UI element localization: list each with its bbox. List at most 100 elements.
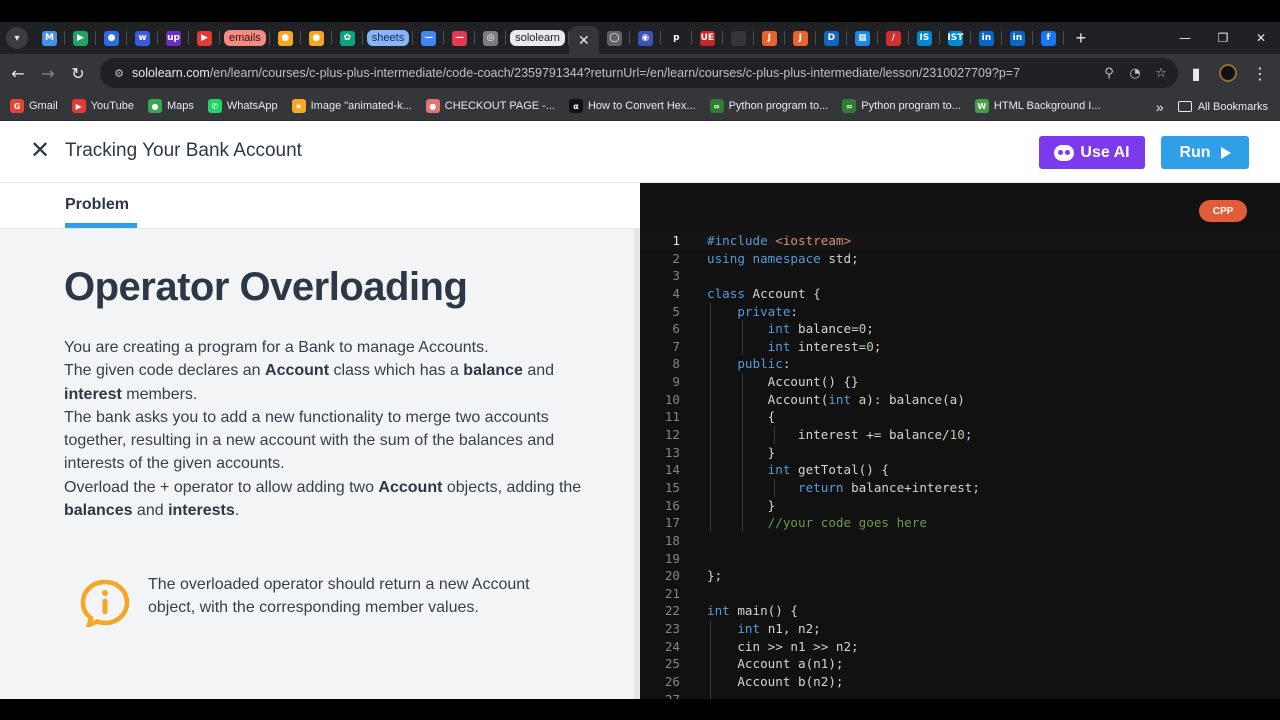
code-editor[interactable]: CPP 1 #include <iostream> 2 using namespace… — [640, 183, 1280, 699]
back-icon[interactable]: ← — [3, 58, 33, 88]
bookmarks-more-icon[interactable]: » — [1156, 96, 1164, 118]
map-pin-tab-2[interactable]: ● — [301, 22, 332, 54]
menu-icon[interactable]: ⋮ — [1246, 58, 1274, 88]
code-line[interactable]: 16 } — [640, 496, 1280, 515]
tab-search-icon[interactable]: ▾ — [6, 27, 28, 49]
window-close-icon[interactable]: ✕ — [1242, 22, 1280, 54]
code-line[interactable]: 20}; — [640, 567, 1280, 585]
close-icon[interactable]: ✕ — [28, 136, 52, 164]
blue-bar-tab[interactable]: — — [413, 22, 445, 54]
code-line[interactable]: 4 class Account { — [640, 285, 1280, 303]
code-line[interactable]: 18 — [640, 532, 1280, 550]
address-bar[interactable]: ⚙ sololearn.com/en/learn/courses/c-plus-… — [100, 58, 1178, 88]
code-line[interactable]: 1 #include <iostream> — [640, 232, 1280, 250]
reload-icon[interactable]: ↻ — [63, 58, 93, 88]
bookmark-hex[interactable]: α How to Convert Hex... — [568, 95, 696, 117]
gmail-tab[interactable]: M — [34, 22, 65, 54]
code-line[interactable]: 24 cin >> n1 >> n2; — [640, 637, 1280, 656]
code-line[interactable]: 17 //your code goes here — [640, 514, 1280, 532]
bookmark-star-icon[interactable]: ☆ — [1152, 66, 1170, 81]
code-line[interactable]: 15 return balance+interest; — [640, 478, 1280, 497]
code-line[interactable]: 5 private: — [640, 302, 1280, 321]
bookmark-maps[interactable]: ● Maps — [147, 95, 194, 117]
code-line[interactable]: 21 — [640, 585, 1280, 603]
code-token: 10 — [949, 427, 965, 443]
tab-close-icon[interactable]: ✕ — [578, 32, 590, 49]
code-token: using namespace — [707, 250, 829, 266]
ring-tab[interactable]: ◯ — [599, 22, 630, 54]
active-tab[interactable]: ✕ — [568, 26, 599, 54]
bookmark-html-bg[interactable]: W HTML Background I... — [974, 95, 1101, 117]
j-tab-2[interactable]: J — [785, 22, 816, 54]
code-line[interactable]: 13 } — [640, 443, 1280, 462]
upwork-tab[interactable]: up — [158, 22, 189, 54]
sheets-group[interactable]: sheets — [363, 22, 414, 54]
bookmark-youtube[interactable]: ▶ YouTube — [71, 95, 134, 117]
code-line[interactable]: 22 int main() { — [640, 602, 1280, 620]
bookmark-checkout[interactable]: ● CHECKOUT PAGE -... — [425, 95, 555, 117]
minimize-icon[interactable]: — — [1166, 22, 1204, 54]
compass-tab[interactable]: ◎ — [475, 22, 507, 54]
language-badge[interactable]: CPP — [1199, 200, 1247, 222]
globe-tab[interactable]: ◉ — [630, 22, 661, 54]
run-button[interactable]: Run — [1161, 136, 1249, 169]
facebook-tab[interactable]: f — [1033, 22, 1064, 54]
sololearn-group[interactable]: sololearn — [506, 22, 569, 54]
side-panel-icon[interactable]: ▮ — [1182, 58, 1210, 88]
chatgpt-tab[interactable]: ✿ — [332, 22, 363, 54]
performance-icon[interactable]: ◔ — [1126, 66, 1144, 81]
ist-tab[interactable]: IST — [940, 22, 971, 54]
all-bookmarks-button[interactable]: All Bookmarks — [1177, 96, 1268, 118]
map-pin-tab[interactable]: ● — [270, 22, 301, 54]
code-line[interactable]: 12 interest += balance/10; — [640, 426, 1280, 444]
code-line[interactable]: 27 — [640, 690, 1280, 699]
url-text[interactable]: sololearn.com/en/learn/courses/c-plus-pl… — [132, 66, 1020, 80]
bookmark-python-2[interactable]: ∞ Python program to... — [842, 95, 961, 117]
zoom-icon[interactable]: ⚲ — [1100, 66, 1118, 81]
code-line[interactable]: 2 using namespace std; — [640, 250, 1280, 268]
linkedin-tab-2[interactable]: in — [1002, 22, 1033, 54]
slash-tab[interactable]: / — [878, 22, 909, 54]
new-tab-icon[interactable]: + — [1068, 25, 1094, 51]
w-tab[interactable]: w — [127, 22, 158, 54]
play-tab[interactable]: ▶ — [65, 22, 96, 54]
indent-guide — [742, 478, 743, 497]
linkedin-tab[interactable]: in — [971, 22, 1002, 54]
code-line[interactable]: 14 int getTotal() { — [640, 461, 1280, 479]
code-line[interactable]: 25 Account a(n1); — [640, 655, 1280, 674]
code-line[interactable]: 23 int n1, n2; — [640, 620, 1280, 638]
use-ai-button[interactable]: Use AI — [1039, 136, 1145, 169]
code-line[interactable]: 10 Account(int a): balance(a) — [640, 390, 1280, 409]
emails-group[interactable]: emails — [220, 22, 270, 54]
ue-tab[interactable]: UE — [692, 22, 723, 54]
code-line[interactable]: 8 public: — [640, 355, 1280, 374]
blank-tab[interactable] — [723, 22, 754, 54]
circle-tab[interactable]: ● — [96, 22, 127, 54]
bookmark-python-1[interactable]: ∞ Python program to... — [709, 95, 828, 117]
code-text: //your code goes here — [707, 514, 927, 532]
code-lines[interactable]: 1 #include <iostream> 2 using namespace std… — [640, 232, 1280, 699]
site-info-icon[interactable]: ⚙ — [106, 67, 132, 80]
code-line[interactable]: 7 int interest=0; — [640, 337, 1280, 356]
d-tab[interactable]: D — [816, 22, 847, 54]
profile-avatar[interactable] — [1214, 58, 1242, 88]
is-tab[interactable]: IS — [909, 22, 940, 54]
forward-icon[interactable]: → — [33, 58, 63, 88]
bookmark-image[interactable]: ★ Image "animated-k... — [291, 95, 412, 117]
p-tab[interactable]: p — [661, 22, 692, 54]
tab-problem[interactable]: Problem — [65, 196, 129, 214]
code-line[interactable]: 6 int balance=0; — [640, 320, 1280, 338]
code-line[interactable]: 3 — [640, 267, 1280, 285]
code-line[interactable]: 19 — [640, 550, 1280, 568]
line-number: 1 — [672, 233, 680, 248]
code-line[interactable]: 11 { — [640, 408, 1280, 427]
grid-tab[interactable]: ▦ — [847, 22, 878, 54]
red-bar-tab[interactable]: — — [444, 22, 476, 54]
j-tab[interactable]: J — [754, 22, 785, 54]
code-line[interactable]: 9 Account() {} — [640, 373, 1280, 391]
youtube-tab[interactable]: ▶ — [189, 22, 220, 54]
bookmark-whatsapp[interactable]: ✆ WhatsApp — [207, 95, 278, 117]
code-line[interactable]: 26 Account b(n2); — [640, 673, 1280, 691]
bookmark-gmail[interactable]: G Gmail — [10, 95, 58, 117]
restore-icon[interactable]: ❐ — [1204, 22, 1242, 54]
